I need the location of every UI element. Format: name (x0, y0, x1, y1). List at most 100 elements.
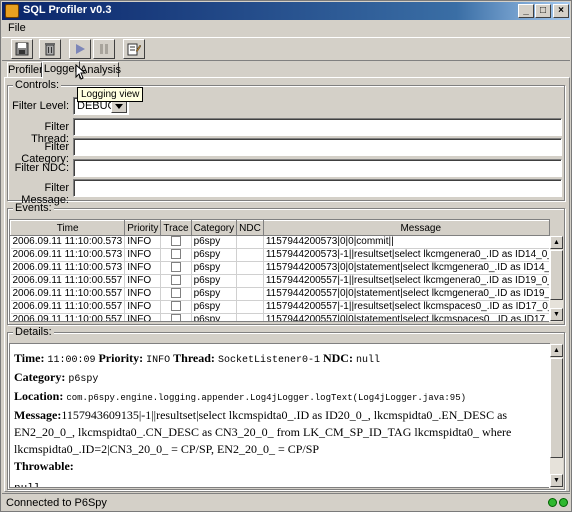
tooltip: Logging view (77, 87, 144, 102)
priority-value: INFO (146, 355, 171, 366)
details-text: Time: 11:00:09 Priority: INFO Thread: So… (9, 343, 550, 488)
events-grid: Time Priority Trace Category NDC Message… (10, 220, 549, 321)
scroll-thumb[interactable] (550, 358, 563, 458)
pause-button[interactable] (93, 39, 115, 59)
cell-time: 2006.09.11 11:10:00.557 (10, 274, 126, 288)
cell-time: 2006.09.11 11:10:00.557 (10, 300, 126, 314)
col-trace[interactable]: Trace (160, 220, 192, 236)
filter-level-label: Filter Level: (12, 100, 69, 112)
trace-checkbox[interactable] (170, 314, 181, 321)
table-row[interactable]: 2006.09.11 11:10:00.557 INFO p6spy 11579… (10, 300, 549, 314)
filter-message-label: Filter Message: (21, 182, 69, 206)
cell-ndc (236, 274, 264, 288)
trace-checkbox[interactable] (170, 288, 181, 299)
trace-checkbox[interactable] (170, 236, 181, 247)
scroll-down-button[interactable]: ▼ (550, 474, 563, 487)
trace-checkbox[interactable] (170, 275, 181, 286)
maximize-button[interactable]: □ (535, 4, 551, 18)
cell-message: 1157944200557|-1||resultset|select lkcms… (263, 300, 549, 314)
events-table: Time Priority Trace Category NDC Message… (9, 219, 550, 322)
cell-time: 2006.09.11 11:10:00.573 (10, 248, 126, 262)
details-title: Details: (13, 326, 54, 338)
save-button[interactable] (11, 39, 33, 59)
cell-priority: INFO (124, 235, 162, 249)
start-button[interactable] (69, 39, 91, 59)
cell-ndc (236, 261, 264, 275)
col-message[interactable]: Message (262, 220, 549, 236)
clear-button[interactable] (39, 39, 61, 59)
table-row[interactable]: 2006.09.11 11:10:00.573 INFO p6spy 11579… (10, 248, 549, 262)
filter-category-input[interactable] (73, 138, 562, 156)
table-row[interactable]: 2006.09.11 11:10:00.573 INFO p6spy 11579… (10, 235, 549, 249)
cell-message: 1157944200573|-1||resultset|select lkcmg… (263, 248, 549, 262)
cell-priority: INFO (124, 313, 162, 321)
col-priority[interactable]: Priority (124, 220, 162, 236)
trace-checkbox[interactable] (170, 249, 181, 260)
scroll-thumb[interactable] (550, 250, 563, 300)
ndc-value: null (355, 355, 380, 366)
message-label: Message: (14, 408, 62, 422)
play-icon (76, 44, 85, 54)
cell-time: 2006.09.11 11:10:00.557 (10, 313, 126, 321)
col-time[interactable]: Time (10, 220, 126, 236)
details-line-3: Location: com.p6spy.engine.logging.appen… (14, 388, 545, 407)
save-icon (15, 42, 29, 56)
trace-checkbox[interactable] (170, 301, 181, 312)
cell-message: 1157944200557|0|0|statement|select lkcmg… (263, 287, 549, 301)
details-line-1: Time: 11:00:09 Priority: INFO Thread: So… (14, 350, 545, 369)
col-category[interactable]: Category (190, 220, 238, 236)
tab-profiler[interactable]: Profiler (7, 62, 43, 78)
cell-message: 1157944200573|0|0|commit|| (263, 235, 549, 249)
status-indicator-icon (559, 498, 568, 507)
close-button[interactable]: × (553, 4, 569, 18)
filter-ndc-input[interactable] (73, 159, 562, 177)
table-row[interactable]: 2006.09.11 11:10:00.557 INFO p6spy 11579… (10, 287, 549, 301)
cell-priority: INFO (124, 274, 162, 288)
edit-button[interactable] (123, 39, 145, 59)
category-label: Category: (14, 370, 66, 384)
cell-category: p6spy (191, 235, 238, 249)
cell-category: p6spy (191, 313, 238, 321)
table-row[interactable]: 2006.09.11 11:10:00.557 INFO p6spy 11579… (10, 274, 549, 288)
priority-label: Priority: (98, 351, 144, 365)
scroll-up-button[interactable]: ▲ (550, 344, 563, 357)
col-ndc[interactable]: NDC (236, 220, 264, 236)
ndc-label: NDC: (322, 351, 353, 365)
details-scrollbar[interactable]: ▲ ▼ (549, 344, 563, 488)
details-line-2: Category: p6spy (14, 369, 545, 388)
cell-trace (160, 313, 192, 321)
table-row[interactable]: 2006.09.11 11:10:00.557 INFO p6spy 11579… (10, 313, 549, 321)
table-row[interactable]: 2006.09.11 11:10:00.573 INFO p6spy 11579… (10, 261, 549, 275)
menu-file[interactable]: File (8, 22, 26, 34)
mouse-cursor-icon (75, 64, 87, 80)
cell-category: p6spy (191, 274, 238, 288)
thread-label: Thread: (173, 351, 215, 365)
cell-priority: INFO (124, 248, 162, 262)
trace-checkbox[interactable] (170, 262, 181, 273)
cell-time: 2006.09.11 11:10:00.557 (10, 287, 126, 301)
events-scrollbar[interactable]: ▲ ▼ (549, 236, 563, 322)
filter-thread-input[interactable] (73, 118, 562, 136)
cell-ndc (236, 287, 264, 301)
category-value: p6spy (68, 374, 99, 385)
cell-ndc (236, 313, 264, 321)
cell-category: p6spy (191, 287, 238, 301)
cell-priority: INFO (124, 287, 162, 301)
cell-ndc (236, 235, 264, 249)
toolbar (2, 37, 570, 61)
location-value: com.p6spy.engine.logging.appender.Log4jL… (66, 393, 467, 403)
scroll-up-button[interactable]: ▲ (550, 236, 563, 249)
filter-ndc-label: Filter NDC: (14, 162, 69, 174)
filter-message-input[interactable] (73, 179, 562, 197)
cell-trace (160, 300, 192, 314)
minimize-button[interactable]: _ (518, 4, 534, 18)
window-title: SQL Profiler v0.3 (23, 4, 112, 16)
cell-time: 2006.09.11 11:10:00.573 (10, 261, 126, 275)
cell-trace (160, 274, 192, 288)
title-bar[interactable]: SQL Profiler v0.3 _ □ × (2, 2, 570, 20)
details-line-6: null (14, 479, 545, 487)
edit-icon (127, 43, 141, 56)
scroll-down-button[interactable]: ▼ (550, 308, 563, 321)
cell-time: 2006.09.11 11:10:00.573 (10, 235, 126, 249)
cell-category: p6spy (191, 261, 238, 275)
